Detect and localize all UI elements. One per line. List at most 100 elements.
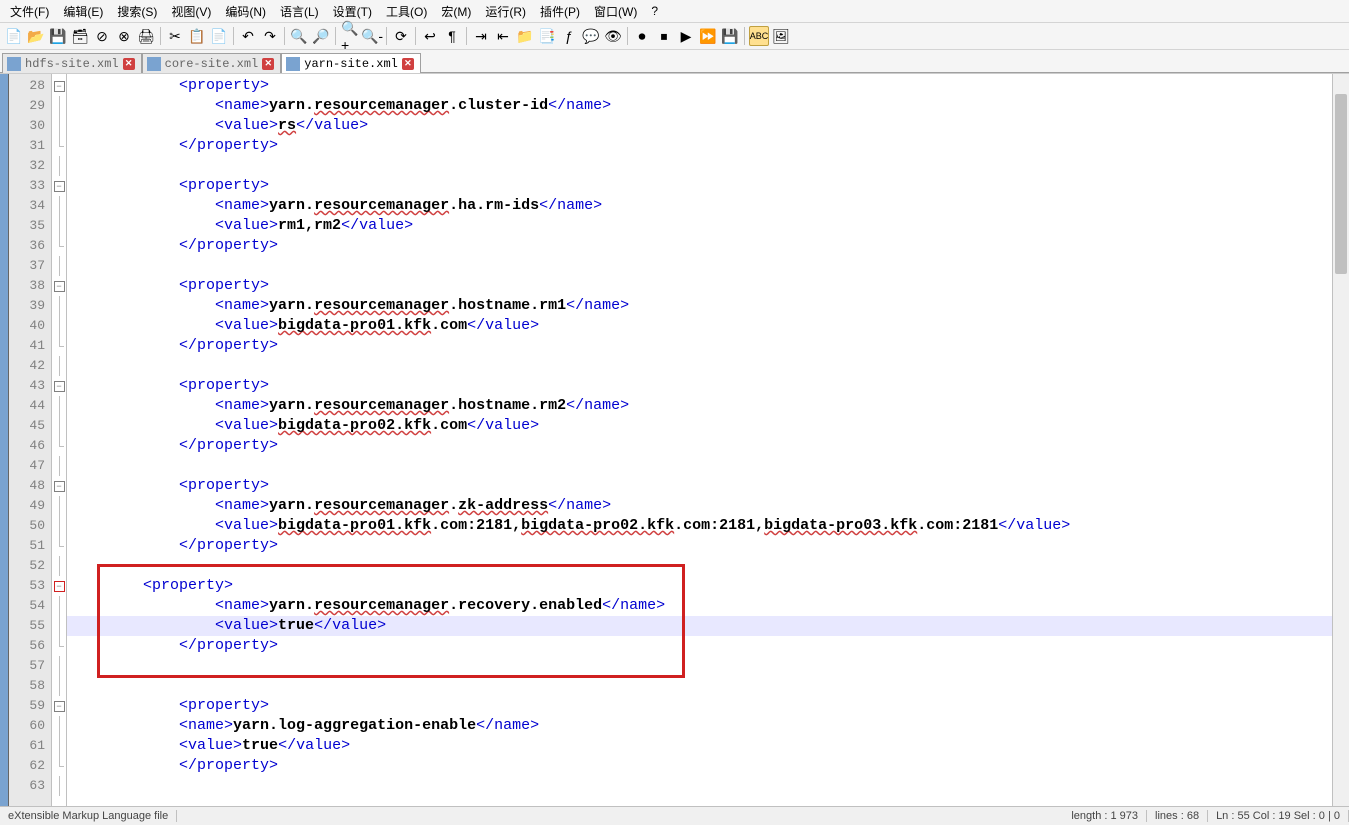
- code-line[interactable]: <property>: [67, 276, 1332, 296]
- doc-icon[interactable]: 📑: [537, 26, 557, 46]
- fold-marker[interactable]: [52, 636, 66, 656]
- line-number[interactable]: 58: [9, 676, 51, 696]
- fold-marker[interactable]: −: [52, 276, 66, 296]
- tab-close-icon[interactable]: ✕: [402, 58, 414, 70]
- new-file-icon[interactable]: 📄: [4, 26, 24, 46]
- fold-marker[interactable]: [52, 556, 66, 576]
- save-icon[interactable]: 💾: [48, 26, 68, 46]
- line-number[interactable]: 59: [9, 696, 51, 716]
- code-line[interactable]: <name>yarn.log-aggregation-enable</name>: [67, 716, 1332, 736]
- close-all-icon[interactable]: ⊗: [114, 26, 134, 46]
- code-line[interactable]: </property>: [67, 136, 1332, 156]
- line-number[interactable]: 36: [9, 236, 51, 256]
- line-number[interactable]: 63: [9, 776, 51, 796]
- zoom-out-icon[interactable]: 🔍-: [362, 26, 382, 46]
- fold-marker[interactable]: [52, 516, 66, 536]
- line-number[interactable]: 42: [9, 356, 51, 376]
- code-line[interactable]: <property>: [67, 376, 1332, 396]
- menu-bar[interactable]: 文件(F)编辑(E)搜索(S)视图(V)编码(N)语言(L)设置(T)工具(O)…: [0, 0, 1349, 23]
- fold-marker[interactable]: [52, 296, 66, 316]
- line-number[interactable]: 54: [9, 596, 51, 616]
- undo-icon[interactable]: ↶: [238, 26, 258, 46]
- fold-marker[interactable]: [52, 336, 66, 356]
- menu-item[interactable]: 语言(L): [274, 2, 325, 21]
- menu-item[interactable]: 插件(P): [534, 2, 586, 21]
- line-number[interactable]: 57: [9, 656, 51, 676]
- fast-icon[interactable]: ⏩: [698, 26, 718, 46]
- fold-marker[interactable]: [52, 756, 66, 776]
- wrap-icon[interactable]: ↩: [420, 26, 440, 46]
- code-line[interactable]: <property>: [67, 576, 1332, 596]
- fold-marker[interactable]: [52, 96, 66, 116]
- fold-marker[interactable]: [52, 736, 66, 756]
- line-number[interactable]: 29: [9, 96, 51, 116]
- line-number[interactable]: 38: [9, 276, 51, 296]
- code-line[interactable]: <name>yarn.resourcemanager.hostname.rm1<…: [67, 296, 1332, 316]
- line-number[interactable]: 28: [9, 76, 51, 96]
- paste-icon[interactable]: 📄: [209, 26, 229, 46]
- scrollbar-thumb[interactable]: [1335, 94, 1347, 274]
- line-number-gutter[interactable]: 2829303132333435363738394041424344454647…: [9, 74, 52, 806]
- line-number[interactable]: 32: [9, 156, 51, 176]
- fold-marker[interactable]: −: [52, 376, 66, 396]
- code-line[interactable]: </property>: [67, 756, 1332, 776]
- code-line[interactable]: <property>: [67, 476, 1332, 496]
- line-number[interactable]: 37: [9, 256, 51, 276]
- fold-marker[interactable]: [52, 616, 66, 636]
- fold-marker[interactable]: [52, 236, 66, 256]
- fold-marker[interactable]: [52, 416, 66, 436]
- fold-marker[interactable]: [52, 196, 66, 216]
- line-number[interactable]: 31: [9, 136, 51, 156]
- close-icon[interactable]: ⊘: [92, 26, 112, 46]
- fold-marker[interactable]: [52, 156, 66, 176]
- line-number[interactable]: 47: [9, 456, 51, 476]
- outdent-icon[interactable]: ⇤: [493, 26, 513, 46]
- code-line[interactable]: <value>rm1,rm2</value>: [67, 216, 1332, 236]
- code-line[interactable]: [67, 356, 1332, 376]
- menu-item[interactable]: 文件(F): [4, 2, 55, 21]
- tab-close-icon[interactable]: ✕: [123, 58, 135, 70]
- zoom-in-icon[interactable]: 🔍+: [340, 26, 360, 46]
- code-line[interactable]: <property>: [67, 176, 1332, 196]
- code-line[interactable]: </property>: [67, 336, 1332, 356]
- fold-marker[interactable]: [52, 676, 66, 696]
- file-tab[interactable]: yarn-site.xml✕: [281, 53, 421, 73]
- line-number[interactable]: 43: [9, 376, 51, 396]
- menu-item[interactable]: 宏(M): [435, 2, 477, 21]
- line-number[interactable]: 49: [9, 496, 51, 516]
- code-line[interactable]: <value>rs</value>: [67, 116, 1332, 136]
- cut-icon[interactable]: ✂: [165, 26, 185, 46]
- line-number[interactable]: 45: [9, 416, 51, 436]
- code-line[interactable]: [67, 456, 1332, 476]
- redo-icon[interactable]: ↷: [260, 26, 280, 46]
- fold-marker[interactable]: [52, 776, 66, 796]
- fold-marker[interactable]: [52, 216, 66, 236]
- line-number[interactable]: 55: [9, 616, 51, 636]
- fold-marker[interactable]: [52, 136, 66, 156]
- line-number[interactable]: 39: [9, 296, 51, 316]
- eye-icon[interactable]: 👁: [603, 26, 623, 46]
- code-line[interactable]: <value>true</value>: [67, 736, 1332, 756]
- fold-marker[interactable]: −: [52, 476, 66, 496]
- code-line[interactable]: <value>true</value>: [67, 616, 1332, 636]
- code-line[interactable]: <name>yarn.resourcemanager.hostname.rm2<…: [67, 396, 1332, 416]
- code-line[interactable]: <name>yarn.resourcemanager.ha.rm-ids</na…: [67, 196, 1332, 216]
- code-area[interactable]: <property> <name>yarn.resourcemanager.cl…: [67, 74, 1332, 806]
- line-number[interactable]: 60: [9, 716, 51, 736]
- show-all-icon[interactable]: ¶: [442, 26, 462, 46]
- line-number[interactable]: 52: [9, 556, 51, 576]
- code-line[interactable]: [67, 676, 1332, 696]
- fold-marker[interactable]: [52, 116, 66, 136]
- menu-item[interactable]: 窗口(W): [588, 2, 643, 21]
- print-icon[interactable]: 🖨: [136, 26, 156, 46]
- open-file-icon[interactable]: 📂: [26, 26, 46, 46]
- tab-close-icon[interactable]: ✕: [262, 58, 274, 70]
- fold-marker[interactable]: −: [52, 576, 66, 596]
- abc-icon[interactable]: ABC: [749, 26, 769, 46]
- find-icon[interactable]: 🔍: [289, 26, 309, 46]
- code-line[interactable]: </property>: [67, 636, 1332, 656]
- fold-marker[interactable]: [52, 656, 66, 676]
- line-number[interactable]: 50: [9, 516, 51, 536]
- file-tab[interactable]: core-site.xml✕: [142, 53, 282, 73]
- line-number[interactable]: 62: [9, 756, 51, 776]
